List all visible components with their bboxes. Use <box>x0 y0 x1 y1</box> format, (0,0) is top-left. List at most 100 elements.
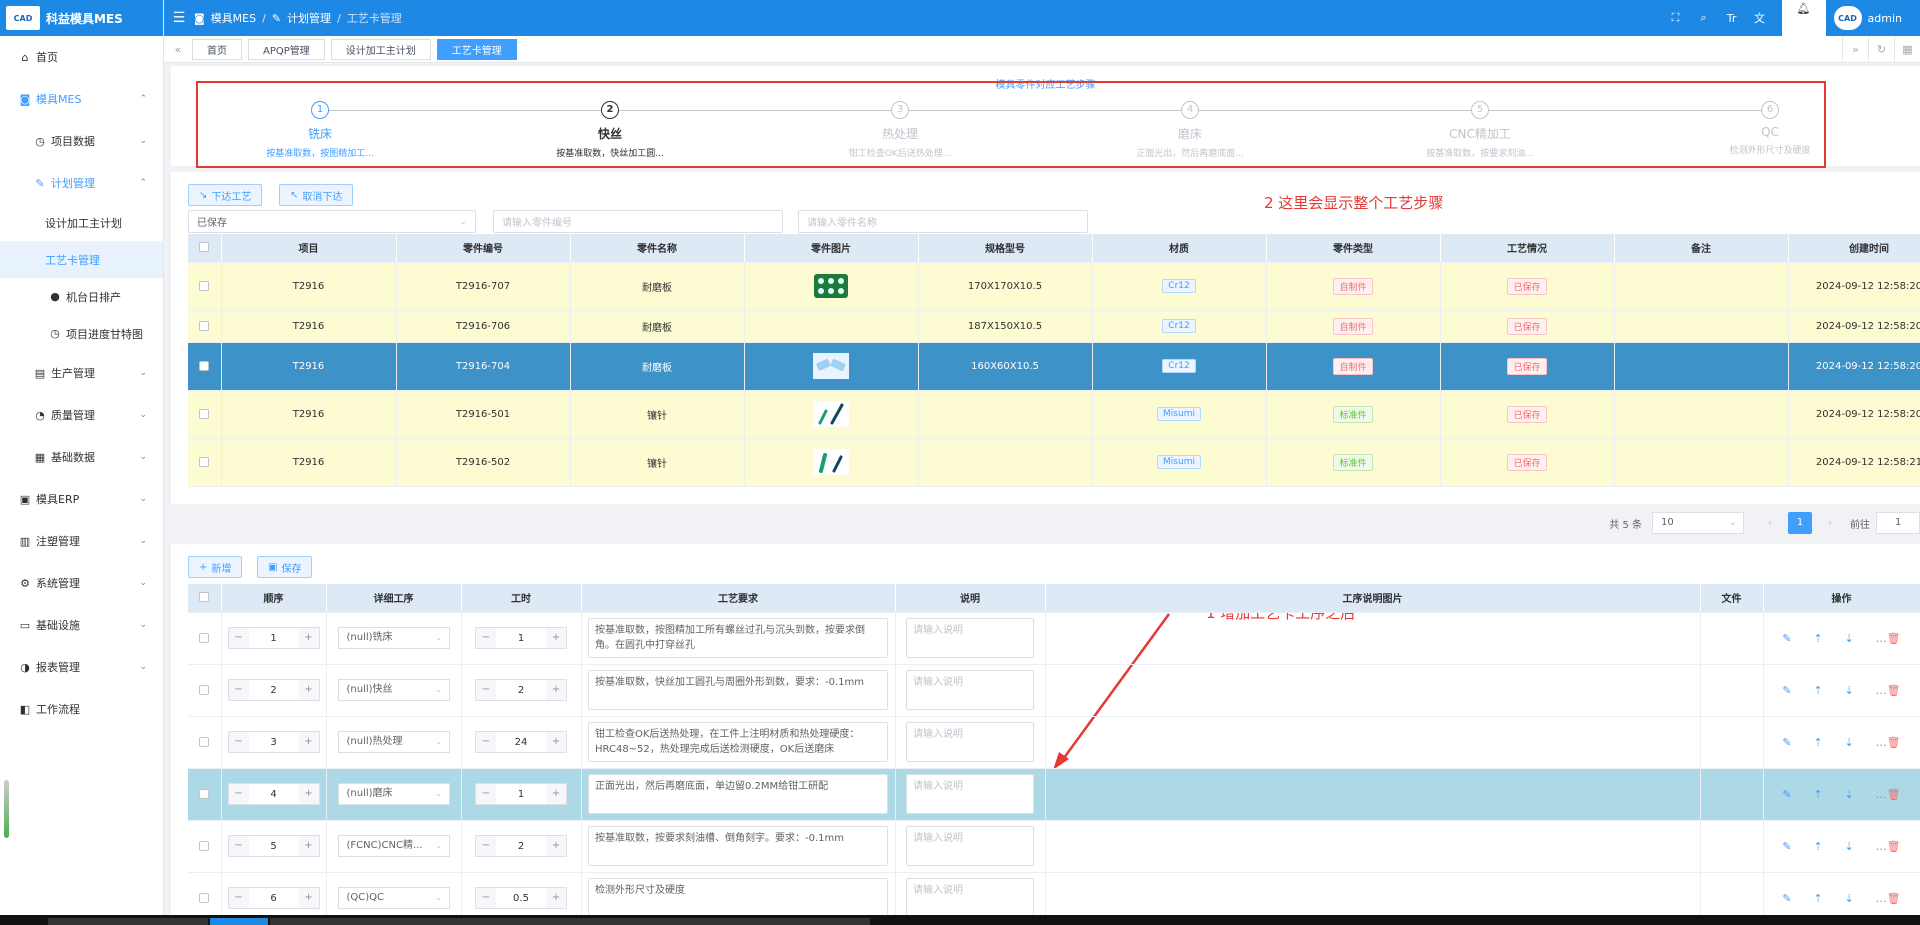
requirement-textarea[interactable]: 钳工检查OK后送热处理，在工件上注明材质和热处理硬度：HRC48~52，热处理完… <box>588 722 888 762</box>
step-item[interactable]: 3 热处理 钳工检查OK后送热处理... <box>790 101 1010 159</box>
sidebar-item-workflow[interactable]: ◧ 工作流程 <box>0 688 163 730</box>
hours-stepper[interactable]: −1 + <box>475 783 567 805</box>
upload-icon[interactable]: ⇡ <box>1813 632 1822 645</box>
tab-home[interactable]: 首页 <box>192 38 242 60</box>
note-textarea[interactable]: 请输入说明 <box>906 618 1034 658</box>
plus-icon[interactable]: + <box>298 836 319 856</box>
row-checkbox[interactable] <box>188 310 222 343</box>
minus-icon[interactable]: − <box>476 784 496 804</box>
upload-icon[interactable]: ⇡ <box>1813 788 1822 801</box>
step-item[interactable]: 2 快丝 按基准取数，快丝加工圆... <box>500 101 720 159</box>
upload-icon[interactable]: ⇡ <box>1813 684 1822 697</box>
plus-icon[interactable]: + <box>546 628 566 648</box>
edit-icon[interactable]: ✎ <box>1782 840 1791 853</box>
requirement-textarea[interactable]: 按基准取数，快丝加工圆孔与周圈外形到数，要求：-0.1mm <box>588 670 888 710</box>
plus-icon[interactable]: + <box>298 628 319 648</box>
row-checkbox[interactable] <box>188 262 222 311</box>
seq-stepper[interactable]: −6 + <box>227 887 320 909</box>
edit-icon[interactable]: ✎ <box>1782 632 1791 645</box>
minus-icon[interactable]: − <box>228 888 249 908</box>
goto-input[interactable]: 1 <box>1876 512 1920 534</box>
fullscreen-icon[interactable]: ⛶ <box>1662 11 1690 25</box>
plus-icon[interactable]: + <box>546 888 566 908</box>
sidebar-item-gantt[interactable]: ◷ 项目进度甘特图 <box>0 315 163 352</box>
table-row[interactable]: −2 + (null)快丝 ⌄ −2 + 按基准取数，快丝加工圆孔与周圈外形到数，要求… <box>188 664 1920 717</box>
stepper-value[interactable]: 24 <box>496 737 546 748</box>
row-checkbox[interactable] <box>188 438 222 487</box>
stepper-value[interactable]: 2 <box>496 841 546 852</box>
sidebar-item-system[interactable]: ⚙ 系统管理 ⌄ <box>0 562 163 604</box>
note-textarea[interactable]: 请输入说明 <box>906 878 1034 915</box>
prev-page-icon[interactable]: ‹ <box>1758 518 1782 529</box>
upload-icon[interactable]: ⇡ <box>1813 840 1822 853</box>
table-row[interactable]: −1 + (null)铣床 ⌄ −1 + 按基准取数，按图精加工所有螺丝过孔与沉头到数… <box>188 612 1920 665</box>
note-textarea[interactable]: 请输入说明 <box>906 826 1034 866</box>
edit-icon[interactable]: ✎ <box>1782 736 1791 749</box>
edit-icon[interactable]: ✎ <box>1782 788 1791 801</box>
row-checkbox[interactable] <box>188 820 222 873</box>
stepper-value[interactable]: 2 <box>249 685 299 696</box>
sidebar-item-report[interactable]: ◑ 报表管理 ⌄ <box>0 646 163 688</box>
sidebar-item-production[interactable]: ▤ 生产管理 ⌄ <box>0 352 163 394</box>
row-checkbox[interactable] <box>188 390 222 439</box>
delete-icon[interactable]: …🗑︎ <box>1876 840 1901 853</box>
sidebar-item-infra[interactable]: ▭ 基础设施 ⌄ <box>0 604 163 646</box>
minus-icon[interactable]: − <box>228 732 249 752</box>
delete-icon[interactable]: …🗑︎ <box>1876 632 1901 645</box>
part-thumbnail[interactable] <box>744 342 919 391</box>
plus-icon[interactable]: + <box>546 836 566 856</box>
delete-icon[interactable]: …🗑︎ <box>1876 684 1901 697</box>
requirement-textarea[interactable]: 按基准取数，按要求刻油槽、倒角刻字。要求：-0.1mm <box>588 826 888 866</box>
sidebar-item-injection[interactable]: ▥ 注塑管理 ⌄ <box>0 520 163 562</box>
seq-stepper[interactable]: −3 + <box>227 731 320 753</box>
sidebar-item-project-data[interactable]: ◷ 项目数据 ⌄ <box>0 120 163 162</box>
translate-icon[interactable]: 文 <box>1746 10 1774 26</box>
requirement-textarea[interactable]: 检测外形尺寸及硬度 <box>588 878 888 915</box>
sidebar-item-quality[interactable]: ◔ 质量管理 ⌄ <box>0 394 163 436</box>
table-row[interactable]: T2916 T2916-502 镶针 Misumi 标准件 已保存 2024-0… <box>188 438 1920 487</box>
plus-icon[interactable]: + <box>546 680 566 700</box>
seq-stepper[interactable]: −5 + <box>227 835 320 857</box>
page-size-select[interactable]: 10 ⌄ <box>1652 512 1744 534</box>
plus-icon[interactable]: + <box>298 888 319 908</box>
plus-icon[interactable]: + <box>298 732 319 752</box>
part-no-input[interactable]: 请输入零件编号 <box>493 210 783 233</box>
process-select[interactable]: (null)热处理 ⌄ <box>337 731 450 753</box>
stepper-value[interactable]: 5 <box>249 841 299 852</box>
stepper-value[interactable]: 4 <box>249 789 299 800</box>
minus-icon[interactable]: − <box>476 680 496 700</box>
tab-process-card[interactable]: 工艺卡管理 <box>436 38 517 60</box>
row-checkbox[interactable] <box>188 716 222 769</box>
user-menu[interactable]: CAD admin <box>1833 6 1902 30</box>
stepper-value[interactable]: 1 <box>249 633 299 644</box>
table-row[interactable]: −6 + (QC)QC ⌄ −0.5 + 检测外形尺寸及硬度 请输入说明 ✎ ⇡ ⇣ …🗑︎ <box>188 872 1920 915</box>
table-row[interactable]: T2916 T2916-706 耐磨板 187X150X10.5 Cr12 自制… <box>188 310 1920 343</box>
plus-icon[interactable]: + <box>298 784 319 804</box>
part-thumbnail[interactable] <box>744 438 919 487</box>
part-name-input[interactable]: 请输入零件名称 <box>798 210 1088 233</box>
step-item[interactable]: 6 QC 检测外形尺寸及硬度 <box>1660 101 1880 156</box>
table-row[interactable]: T2916 T2916-501 镶针 Misumi 标准件 已保存 2024-0… <box>188 390 1920 439</box>
upload-icon[interactable]: ⇡ <box>1813 736 1822 749</box>
minus-icon[interactable]: − <box>228 836 249 856</box>
upload-icon[interactable]: ⇡ <box>1813 892 1822 905</box>
step-item[interactable]: 4 磨床 正面光出，然后再磨底面... <box>1080 101 1300 159</box>
download-icon[interactable]: ⇣ <box>1845 736 1854 749</box>
stepper-value[interactable]: 2 <box>496 685 546 696</box>
sidebar-item-process-card[interactable]: 工艺卡管理 <box>0 241 163 278</box>
row-checkbox[interactable] <box>188 872 222 915</box>
row-checkbox[interactable] <box>188 342 222 391</box>
sidebar-item-erp[interactable]: ▣ 模具ERP ⌄ <box>0 478 163 520</box>
row-checkbox[interactable] <box>188 768 222 821</box>
tabs-scroll-left-icon[interactable]: « <box>164 43 192 56</box>
search-icon[interactable]: ⌕ <box>1690 11 1718 25</box>
process-select[interactable]: (QC)QC ⌄ <box>337 887 450 909</box>
delete-icon[interactable]: …🗑︎ <box>1876 736 1901 749</box>
sidebar-item-basic-data[interactable]: ▦ 基础数据 ⌄ <box>0 436 163 478</box>
hours-stepper[interactable]: −2 + <box>475 679 567 701</box>
cancel-issue-button[interactable]: ↖ 取消下达 <box>279 184 354 206</box>
stepper-value[interactable]: 1 <box>496 789 546 800</box>
process-select[interactable]: (null)铣床 ⌄ <box>337 627 450 649</box>
table-row[interactable]: −3 + (null)热处理 ⌄ − 24 + 钳工检查OK后送热处理，在工件上注明材质… <box>188 716 1920 769</box>
stepper-value[interactable]: 0.5 <box>496 893 546 904</box>
